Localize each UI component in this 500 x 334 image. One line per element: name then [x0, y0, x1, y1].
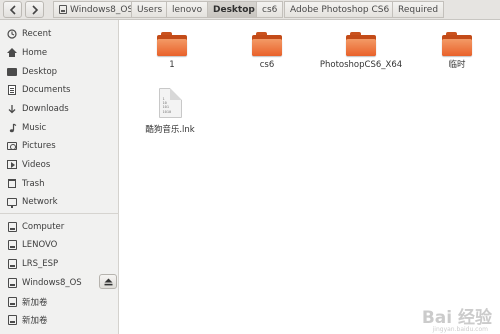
sidebar-item-videos[interactable]: Videos [0, 156, 119, 173]
sidebar-item-recent[interactable]: Recent [0, 25, 119, 42]
sidebar-item-label: Videos [22, 159, 51, 170]
folder-item-1[interactable]: 1 [132, 20, 212, 70]
path-bar: Windows8_OS Users lenovo Desktop cs6 Ado… [0, 0, 500, 20]
documents-icon [7, 84, 17, 95]
desktop-icon [7, 67, 17, 77]
trash-icon [7, 179, 17, 189]
chevron-right-icon [31, 4, 38, 15]
file-name: cs6 [259, 60, 275, 70]
folder-item-temp[interactable]: 临时 [417, 20, 497, 70]
network-icon [7, 197, 17, 208]
sidebar-item-network[interactable]: Network [0, 193, 119, 210]
clock-icon [7, 28, 17, 39]
sidebar-item-lenovo[interactable]: LENOVO [0, 236, 119, 253]
camera-icon [7, 141, 17, 151]
sidebar-item-label: Recent [22, 28, 52, 39]
sidebar-item-label: LRS_ESP [22, 258, 59, 269]
folder-icon [157, 32, 187, 56]
download-icon [7, 104, 17, 114]
folder-icon [252, 32, 282, 56]
sidebar-item-music[interactable]: Music [0, 119, 119, 136]
drive-icon [7, 221, 17, 232]
sidebar-item-label: Downloads [22, 103, 69, 114]
binary-file-icon: 1 10 101 1010 [158, 88, 182, 118]
breadcrumb-windows8-os[interactable]: Windows8_OS [53, 1, 140, 18]
back-button[interactable] [3, 1, 22, 18]
sidebar-item-label: Music [22, 122, 47, 133]
folder-item-cs6[interactable]: cs6 [227, 20, 307, 70]
drive-icon [7, 314, 17, 325]
sidebar-item-label: Desktop [22, 66, 58, 77]
breadcrumb-adobe-photoshop-cs6[interactable]: Adobe Photoshop CS6 [284, 1, 396, 18]
sidebar-item-label: Windows8_OS [22, 277, 82, 288]
sidebar-item-label: 新加卷 [22, 315, 48, 326]
video-icon [7, 160, 17, 170]
watermark-url: jingyan.baidu.com [432, 326, 488, 333]
sidebar-divider [0, 213, 119, 214]
file-name: 酷狗音乐.lnk [145, 125, 195, 135]
music-icon [7, 122, 17, 133]
breadcrumb-label: Required [398, 4, 439, 15]
breadcrumb-cs6[interactable]: cs6 [256, 1, 284, 18]
watermark-logo: Bai 经验 [421, 308, 492, 328]
drive-icon [7, 258, 17, 269]
sidebar-item-label: LENOVO [22, 239, 58, 250]
sidebar-item-windows8-os[interactable]: Windows8_OS [0, 274, 119, 291]
sidebar-item-label: Network [22, 196, 58, 207]
folder-icon [442, 32, 472, 56]
sidebar: Recent Home Desktop Documents Downloads … [0, 20, 119, 334]
drive-icon [7, 296, 17, 307]
breadcrumb-users[interactable]: Users [131, 1, 169, 18]
file-name: 临时 [448, 60, 466, 70]
sidebar-item-lrs-esp[interactable]: LRS_ESP [0, 255, 119, 272]
sidebar-item-volume-1[interactable]: 新加卷 [0, 293, 119, 310]
file-name: PhotoshopCS6_X64 [319, 60, 403, 70]
sidebar-item-downloads[interactable]: Downloads [0, 100, 119, 117]
breadcrumb-label: Windows8_OS [70, 4, 134, 15]
breadcrumb-label: cs6 [262, 4, 278, 15]
sidebar-item-label: 新加卷 [22, 297, 48, 308]
sidebar-item-computer[interactable]: Computer [0, 218, 119, 235]
file-view[interactable]: 1 cs6 PhotoshopCS6_X64 临时 1 10 101 1010 … [120, 20, 500, 334]
sidebar-item-label: Trash [22, 178, 45, 189]
drive-icon [7, 239, 17, 250]
folder-item-photoshopcs6-x64[interactable]: PhotoshopCS6_X64 [319, 20, 403, 70]
forward-button[interactable] [25, 1, 44, 18]
breadcrumb-label: Desktop [213, 4, 255, 15]
sidebar-item-desktop[interactable]: Desktop [0, 63, 119, 80]
sidebar-item-label: Computer [22, 221, 65, 232]
file-item-kugou-lnk[interactable]: 1 10 101 1010 酷狗音乐.lnk [130, 88, 210, 136]
folder-icon [346, 32, 376, 56]
chevron-left-icon [9, 4, 16, 15]
breadcrumb-label: Adobe Photoshop CS6 [290, 4, 390, 15]
breadcrumb-label: lenovo [172, 4, 203, 15]
sidebar-item-label: Home [22, 47, 48, 58]
eject-button[interactable] [99, 274, 117, 289]
breadcrumb-lenovo[interactable]: lenovo [166, 1, 209, 18]
sidebar-item-pictures[interactable]: Pictures [0, 137, 119, 154]
drive-icon [59, 5, 67, 14]
sidebar-item-documents[interactable]: Documents [0, 81, 119, 98]
file-name: 1 [169, 60, 175, 70]
eject-icon [104, 278, 112, 285]
sidebar-item-volume-2[interactable]: 新加卷 [0, 311, 119, 328]
home-icon [7, 48, 17, 58]
breadcrumb-required[interactable]: Required [392, 1, 445, 18]
sidebar-item-trash[interactable]: Trash [0, 175, 119, 192]
sidebar-item-home[interactable]: Home [0, 44, 119, 61]
sidebar-item-label: Pictures [22, 140, 56, 151]
breadcrumb-desktop[interactable]: Desktop [207, 1, 261, 18]
drive-icon [7, 277, 17, 288]
breadcrumb-label: Users [137, 4, 163, 15]
sidebar-item-label: Documents [22, 84, 71, 95]
